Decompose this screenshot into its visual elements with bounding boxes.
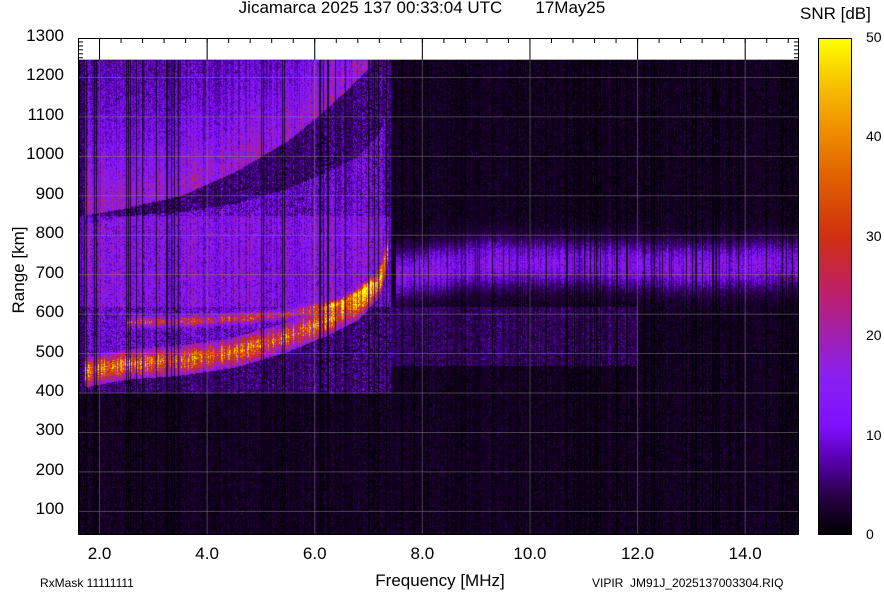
y-tick-label: 100 [35,499,64,519]
x-axis-label: Frequency [MHz] [375,571,505,590]
empty-region [78,38,799,60]
y-tick-label: 300 [35,420,64,440]
grid-overlay [78,38,799,535]
title-text: Jicamarca 2025 137 00:33:04 UTC [238,0,503,17]
x-tick-label: 12.0 [621,544,655,563]
colorbar-tick-label: 50 [866,29,882,45]
y-tick-label: 500 [35,341,64,361]
colorbar-tick-label: 0 [866,526,874,542]
colorbar-tick-label: 10 [866,426,882,443]
colorbar-tick-label: 20 [866,327,882,344]
y-axis-label: Range [km] [9,226,28,314]
y-tick-label: 1200 [26,65,64,85]
plot-frame [78,38,799,535]
file-label: VIPIR JM91J_2025137003304.RIQ [592,576,784,590]
chart-title: Jicamarca 2025 137 00:33:04 UTC 17May25 [0,0,884,18]
y-tick-label: 900 [35,183,64,203]
y-tick-label: 1000 [26,144,64,164]
y-tick-label: 1300 [26,26,64,45]
colorbar-title: SNR [dB] [800,4,871,23]
x-tick-label: 10.0 [513,544,547,563]
colorbar [818,38,852,535]
x-tick-label: 14.0 [728,544,762,563]
colorbar-tick-label: 30 [866,227,882,244]
x-tick-label: 6.0 [302,544,327,563]
y-tick-label: 1100 [27,104,64,124]
ionogram-plot [78,38,799,535]
x-tick-label: 8.0 [410,544,435,563]
rxmask-label: RxMask 11111111 [40,576,134,590]
colorbar-tick-label: 40 [866,128,882,145]
y-tick-label: 200 [35,459,64,479]
y-tick-label: 400 [35,381,64,400]
x-tick-label: 2.0 [87,544,112,563]
date-text: 17May25 [535,0,606,17]
x-tick-label: 4.0 [195,544,219,563]
